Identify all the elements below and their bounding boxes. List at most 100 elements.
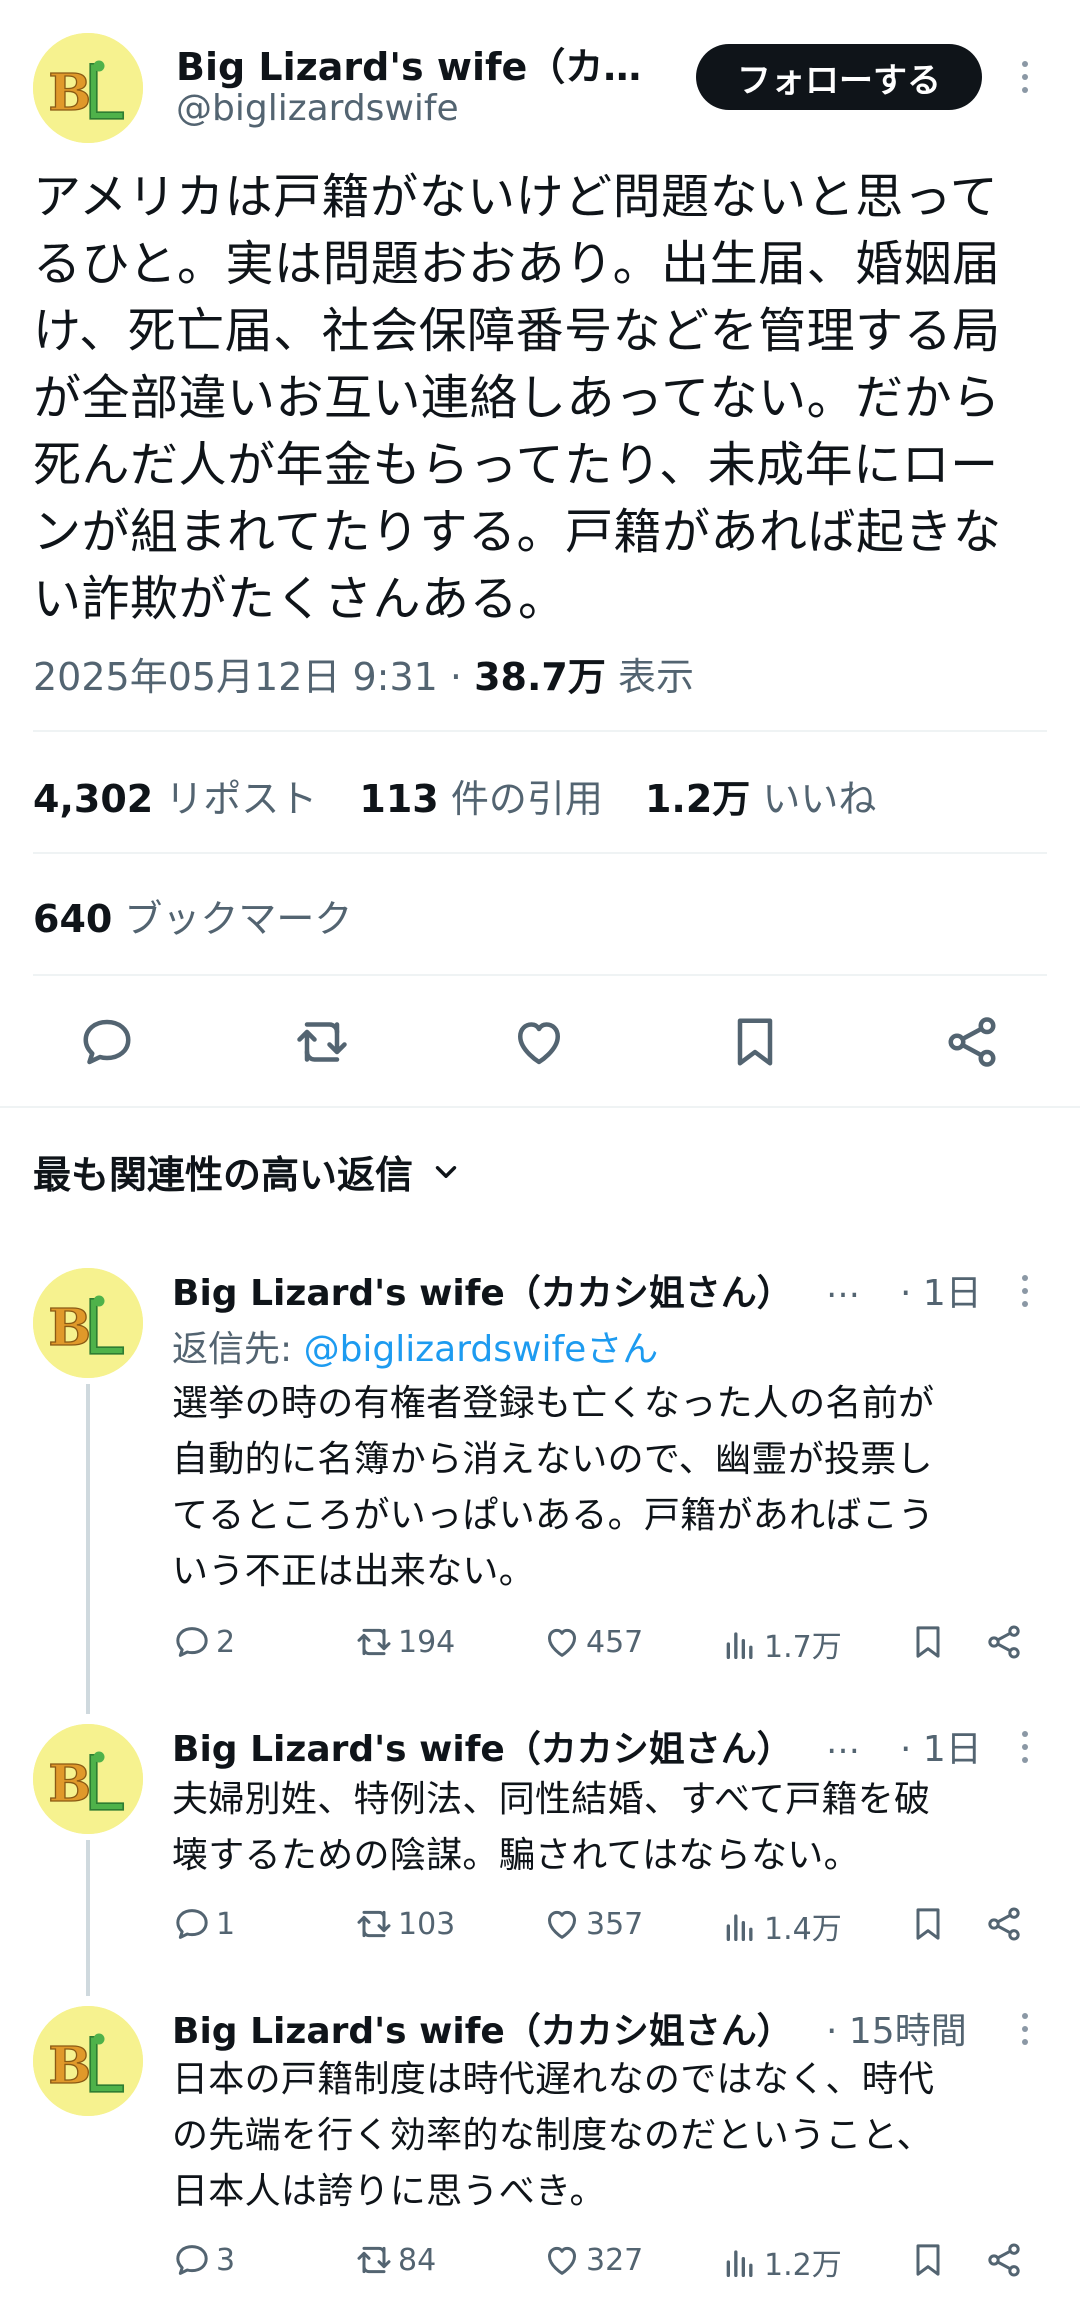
reply-icon[interactable] — [77, 1012, 137, 1072]
reply-like-button[interactable]: 357 — [542, 1904, 643, 1944]
chevron-down-icon — [435, 1165, 457, 1178]
reply-reposts-count: 103 — [398, 1906, 456, 1942]
reply-to-prefix: 返信先: — [172, 1329, 304, 1370]
post-text-line: るひと。実は問題おおあり。出生届、婚姻届 — [33, 236, 1001, 292]
bookmark-icon — [916, 1908, 940, 1940]
likes-stat[interactable]: 1.2万 いいね — [645, 777, 876, 821]
reply-views-count: 1.7万 — [764, 1630, 842, 1665]
reply-icon — [176, 1909, 208, 1939]
post-timestamp[interactable]: 2025年05月12日 9:31 — [33, 655, 438, 699]
views-icon — [726, 1632, 753, 1659]
like-icon[interactable] — [509, 1012, 569, 1072]
reply-views-button[interactable]: 1.4万 — [720, 1904, 842, 1948]
post-text-line: い詐欺がたくさんある。 — [33, 571, 567, 627]
post-text: アメリカは戸籍がないけど問題ないと思って るひと。実は問題おおあり。出生届、婚姻… — [33, 164, 1053, 633]
views-icon — [726, 1914, 753, 1941]
reply-time[interactable]: · 15時間 — [826, 2002, 967, 2054]
reply-reply-button[interactable]: 1 — [172, 1904, 235, 1944]
reply-repost-button[interactable]: 84 — [354, 2240, 436, 2280]
reply-share-button[interactable] — [984, 1904, 1024, 1944]
reply-time[interactable]: · 1日 — [900, 1264, 982, 1316]
engagement-stats: 4,302 リポスト 113 件の引用 1.2万 いいね — [33, 768, 876, 823]
reply-time[interactable]: · 1日 — [900, 1720, 982, 1772]
repost-icon[interactable] — [292, 1012, 352, 1072]
svg-text:B: B — [48, 62, 91, 122]
bookmarks-stat[interactable]: 640 ブックマーク — [33, 888, 352, 943]
bookmark-icon[interactable] — [725, 1012, 785, 1072]
views-icon — [726, 2250, 753, 2277]
repost-icon — [357, 2246, 391, 2274]
reply-to-mention[interactable]: @biglizardswifeさん — [304, 1329, 659, 1370]
quotes-stat[interactable]: 113 件の引用 — [359, 777, 602, 821]
reply-replies-count: 2 — [216, 1624, 236, 1660]
reply-bookmark-button[interactable] — [908, 1622, 948, 1662]
author-name[interactable]: Big Lizard's wife（カカ… — [176, 36, 656, 91]
quotes-count: 113 — [359, 777, 439, 821]
reply-views-count: 1.4万 — [764, 1912, 842, 1947]
svg-text:B: B — [48, 1297, 91, 1357]
reply-repost-button[interactable]: 194 — [354, 1622, 455, 1662]
reply-text: 夫婦別姓、特例法、同性結婚、すべて戸籍を破 壊するための陰謀。騙されてはならない… — [172, 1772, 1042, 1884]
post-text-line: け、死亡届、社会保障番号などを管理する局 — [33, 303, 1001, 359]
reply-share-button[interactable] — [984, 1622, 1024, 1662]
reply-text-line: 日本人は誇りに思うべき。 — [172, 2171, 606, 2212]
reply-views-button[interactable]: 1.2万 — [720, 2240, 842, 2284]
likes-label: いいね — [762, 777, 877, 821]
reply-text-line: いう不正は出来ない。 — [172, 1551, 536, 1592]
reply-reposts-count: 194 — [398, 1624, 456, 1660]
reply-author-name[interactable]: Big Lizard's wife（カカシ姐さん） — [172, 1264, 793, 1316]
reply-sort-dropdown[interactable]: 最も関連性の高い返信 — [33, 1144, 463, 1199]
reply-like-button[interactable]: 457 — [542, 1622, 643, 1662]
author-avatar[interactable]: B — [33, 33, 143, 143]
avatar-logo-image: B — [33, 1268, 143, 1378]
thread-line — [86, 1840, 90, 1996]
svg-text:B: B — [48, 2035, 91, 2095]
reposts-count: 4,302 — [33, 777, 154, 821]
reply-likes-count: 357 — [586, 1906, 644, 1942]
reply-likes-count: 327 — [586, 2242, 644, 2278]
bookmark-icon — [916, 2244, 940, 2276]
more-options-icon[interactable] — [1010, 2006, 1040, 2052]
reply-views-button[interactable]: 1.7万 — [720, 1622, 842, 1666]
reply-bookmark-button[interactable] — [908, 2240, 948, 2280]
reposts-stat[interactable]: 4,302 リポスト — [33, 777, 317, 821]
share-icon[interactable] — [942, 1012, 1002, 1072]
reply-avatar[interactable]: B — [33, 1268, 143, 1378]
reply-share-button[interactable] — [984, 2240, 1024, 2280]
avatar-logo-image: B — [33, 33, 143, 143]
reply-text: 日本の戸籍制度は時代遅れなのではなく、時代 の先端を行く効率的な制度なのだという… — [172, 2052, 1042, 2220]
author-handle[interactable]: @biglizardswife — [176, 88, 459, 129]
reply-avatar[interactable]: B — [33, 2006, 143, 2116]
divider — [33, 974, 1047, 976]
share-icon — [988, 2243, 1020, 2277]
more-options-icon[interactable] — [1010, 1268, 1040, 1314]
repost-icon — [357, 1628, 391, 1656]
follow-button[interactable]: フォローする — [696, 44, 982, 110]
reply-bookmark-button[interactable] — [908, 1904, 948, 1944]
more-options-icon[interactable] — [1010, 1724, 1040, 1770]
more-options-icon[interactable] — [1010, 52, 1040, 102]
avatar-logo-image: B — [33, 1724, 143, 1834]
post-text-line: 死んだ人が年金もらってたり、未成年にロー — [33, 437, 999, 493]
reply-actions: 1 103 357 1.4万 — [172, 1904, 1032, 1954]
reply-reply-button[interactable]: 3 — [172, 2240, 235, 2280]
thread-line — [86, 1384, 90, 1714]
views-count: 38.7万 — [474, 655, 606, 699]
reply-author-name[interactable]: Big Lizard's wife（カカシ姐さん） — [172, 2002, 793, 2054]
reply-name-ellipsis: … — [826, 1722, 860, 1762]
views-label: 表示 — [617, 655, 694, 699]
quotes-label: 件の引用 — [450, 777, 603, 821]
reply-reply-button[interactable]: 2 — [172, 1622, 235, 1662]
reply-text: 選挙の時の有権者登録も亡くなった人の名前が 自動的に名簿から消えないので、幽霊が… — [172, 1376, 1042, 1600]
bookmark-icon — [916, 1626, 940, 1658]
reply-like-button[interactable]: 327 — [542, 2240, 643, 2280]
section-divider — [0, 1106, 1080, 1108]
post-meta: 2025年05月12日 9:31 · 38.7万 表示 — [33, 646, 694, 701]
reply-author-name[interactable]: Big Lizard's wife（カカシ姐さん） — [172, 1720, 793, 1772]
likes-count: 1.2万 — [644, 777, 751, 821]
post-text-line: が全部違いお互い連絡しあってない。だから — [33, 370, 1001, 426]
reply-repost-button[interactable]: 103 — [354, 1904, 455, 1944]
reply-avatar[interactable]: B — [33, 1724, 143, 1834]
reply-text-line: てるところがいっぱいある。戸籍があればこう — [172, 1495, 935, 1536]
reply-text-line: 夫婦別姓、特例法、同性結婚、すべて戸籍を破 — [172, 1779, 931, 1820]
